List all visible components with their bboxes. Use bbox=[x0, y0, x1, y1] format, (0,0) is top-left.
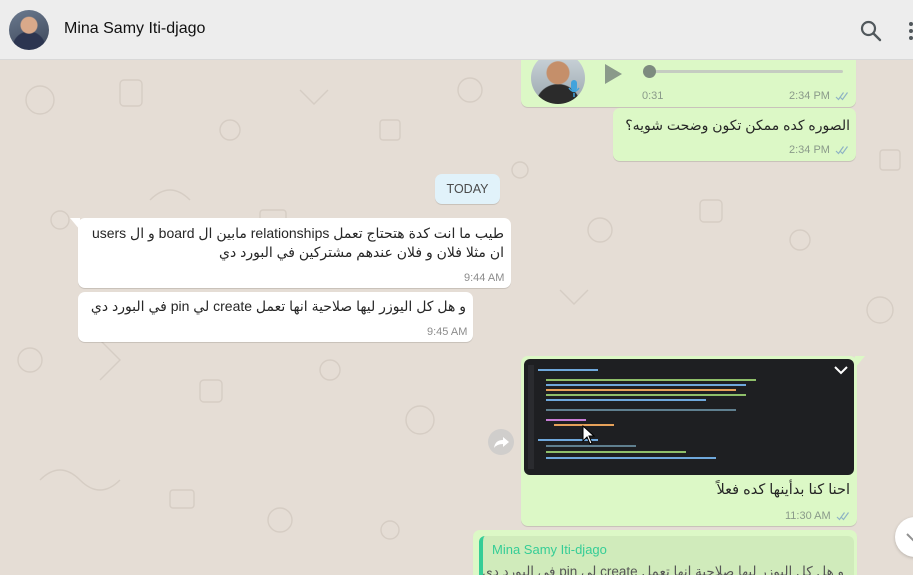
voice-progress-thumb[interactable] bbox=[643, 65, 656, 78]
message-text-line: طيب ما انت كدة هتحتاج تعمل relationships… bbox=[91, 225, 504, 241]
message-text: الصوره كده ممكن تكون وضحت شويه؟ bbox=[625, 117, 850, 133]
read-ticks-icon bbox=[836, 512, 849, 521]
image-caption: احنا كنا بدأينها كده فعلاً bbox=[716, 482, 850, 498]
chat-header: Mina Samy Iti-djago bbox=[0, 0, 913, 60]
date-divider: TODAY bbox=[435, 174, 500, 204]
message-time: 2:34 PM bbox=[789, 144, 830, 156]
bubble-tail-icon bbox=[70, 218, 80, 230]
message-time: 9:44 AM bbox=[464, 272, 505, 284]
mouse-cursor-icon bbox=[582, 425, 596, 445]
message-bubble-incoming[interactable]: و هل كل اليوزر ليها صلاحية انها تعمل cre… bbox=[78, 292, 473, 342]
contact-name[interactable]: Mina Samy Iti-djago bbox=[64, 20, 205, 38]
quoted-message[interactable]: Mina Samy Iti-djago و هل كل اليوزر ليها … bbox=[479, 536, 854, 575]
quoted-text: و هل كل اليوزر ليها صلاحية انها تعمل cre… bbox=[482, 564, 844, 575]
message-time: 2:34 PM bbox=[789, 90, 830, 102]
microphone-icon bbox=[568, 80, 580, 97]
read-ticks-icon bbox=[835, 146, 848, 155]
voice-message[interactable]: 0:31 2:34 PM bbox=[521, 60, 856, 107]
message-text: و هل كل اليوزر ليها صلاحية انها تعمل cre… bbox=[90, 298, 466, 314]
voice-duration: 0:31 bbox=[642, 90, 664, 102]
chevron-down-icon bbox=[906, 533, 913, 542]
bubble-tail-icon bbox=[855, 356, 865, 368]
message-time: 11:30 AM bbox=[785, 510, 831, 522]
reply-message[interactable]: Mina Samy Iti-djago و هل كل اليوزر ليها … bbox=[473, 530, 857, 575]
message-bubble-outgoing[interactable]: الصوره كده ممكن تكون وضحت شويه؟ 2:34 PM bbox=[613, 108, 856, 161]
message-bubble-incoming[interactable]: طيب ما انت كدة هتحتاج تعمل relationships… bbox=[78, 218, 511, 288]
forward-button[interactable] bbox=[488, 429, 514, 455]
chevron-down-icon[interactable] bbox=[834, 365, 848, 375]
message-time: 9:45 AM bbox=[427, 326, 468, 338]
search-icon[interactable] bbox=[860, 20, 882, 42]
chat-messages-area[interactable]: 0:31 2:34 PM الصوره كده ممكن تكون وضحت ش… bbox=[0, 60, 913, 575]
quoted-author: Mina Samy Iti-djago bbox=[492, 542, 607, 557]
forward-icon bbox=[494, 437, 509, 448]
more-vertical-icon[interactable] bbox=[904, 20, 913, 42]
message-text-line: ان مثلا فلان و فلان عندهم مشتركين في الب… bbox=[219, 244, 504, 260]
voice-progress-track[interactable] bbox=[648, 70, 843, 73]
code-screenshot-image[interactable] bbox=[524, 359, 854, 475]
contact-avatar[interactable] bbox=[9, 10, 49, 50]
image-message[interactable]: احنا كنا بدأينها كده فعلاً 11:30 AM bbox=[521, 356, 857, 526]
read-ticks-icon bbox=[835, 92, 848, 101]
code-screenshot-graphic bbox=[528, 365, 756, 469]
scroll-down-button[interactable] bbox=[895, 517, 913, 557]
play-icon[interactable] bbox=[602, 62, 624, 86]
